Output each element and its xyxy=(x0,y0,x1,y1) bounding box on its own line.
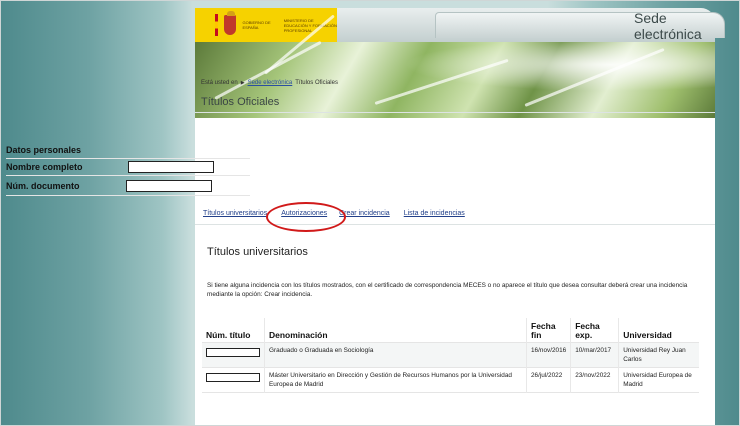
top-header: GOBIERNO DE ESPAÑA MINISTERIO DE EDUCACI… xyxy=(195,8,725,42)
document-number-label: Núm. documento xyxy=(6,180,80,191)
fecha-fin-cell: 16/nov/2016 xyxy=(525,342,571,367)
banner-leaf xyxy=(374,58,509,105)
num-titulo-cell xyxy=(202,367,265,392)
table-row[interactable]: Máster Universitario en Dirección y Gest… xyxy=(202,367,699,392)
degrees-table: Núm. título Denominación Fecha fin Fecha… xyxy=(202,318,699,393)
personal-data-heading: Datos personales xyxy=(6,145,82,155)
num-titulo-cell xyxy=(202,342,265,367)
denominacion-cell: Máster Universitario en Dirección y Gest… xyxy=(264,367,527,392)
fecha-exp-cell: 10/mar/2017 xyxy=(570,342,619,367)
tab-crear-incidencia[interactable]: Crear incidencia xyxy=(339,210,390,217)
fecha-fin-cell: 26/jul/2022 xyxy=(525,367,571,392)
col-universidad: Universidad xyxy=(618,318,699,342)
col-fecha-fin: Fecha fin xyxy=(525,318,571,342)
personal-data-table: Datos personales Nombre completo Núm. do… xyxy=(6,142,250,196)
fecha-exp-cell: 23/nov/2022 xyxy=(570,367,619,392)
government-logo[interactable]: GOBIERNO DE ESPAÑA MINISTERIO DE EDUCACI… xyxy=(195,8,337,42)
sede-electronica-tab[interactable]: Sede electrónica xyxy=(435,10,725,42)
gov-text: GOBIERNO DE ESPAÑA xyxy=(242,20,271,30)
banner-leaf xyxy=(524,47,665,107)
table-row[interactable]: Graduado o Graduada en Sociología 16/nov… xyxy=(202,342,699,367)
info-text: Si tiene alguna incidencia con los títul… xyxy=(207,282,688,298)
tab-titulos-universitarios[interactable]: Títulos universitarios xyxy=(203,210,267,217)
divider xyxy=(195,112,715,113)
table-header-row: Núm. título Denominación Fecha fin Fecha… xyxy=(202,318,699,342)
page-title: Títulos Oficiales xyxy=(201,96,280,108)
num-titulo-redacted xyxy=(206,347,260,357)
col-denominacion: Denominación xyxy=(264,318,527,342)
breadcrumb-link-sede[interactable]: Sede electrónica xyxy=(248,80,293,86)
breadcrumb: Está usted en ▶ Sede electrónica Títulos… xyxy=(201,80,338,86)
universidad-cell: Universidad Europea de Madrid xyxy=(618,367,699,392)
tab-lista-incidencias[interactable]: Lista de incidencias xyxy=(404,210,465,217)
personal-data-heading-row: Datos personales xyxy=(6,142,250,159)
flag-icon xyxy=(215,14,219,36)
full-name-row: Nombre completo xyxy=(6,159,250,176)
highlight-circle xyxy=(266,202,346,232)
universidad-cell: Universidad Rey Juan Carlos xyxy=(618,342,699,367)
denominacion-cell: Graduado o Graduada en Sociología xyxy=(264,342,527,367)
document-number-row: Núm. documento xyxy=(6,176,250,196)
document-number-redacted xyxy=(126,179,212,192)
full-name-label: Nombre completo xyxy=(6,162,83,172)
col-num-titulo: Núm. título xyxy=(206,329,251,340)
num-titulo-redacted xyxy=(206,372,260,382)
full-name-redacted xyxy=(128,161,214,173)
arrow-right-icon: ▶ xyxy=(240,80,245,86)
breadcrumb-prefix: Está usted en xyxy=(201,80,238,86)
col-fecha-exp: Fecha exp. xyxy=(570,318,619,342)
section-title: Títulos universitarios xyxy=(207,246,308,258)
coat-of-arms-icon xyxy=(224,11,237,35)
breadcrumb-current: Títulos Oficiales xyxy=(295,80,338,86)
sede-label: Sede electrónica xyxy=(634,9,702,42)
